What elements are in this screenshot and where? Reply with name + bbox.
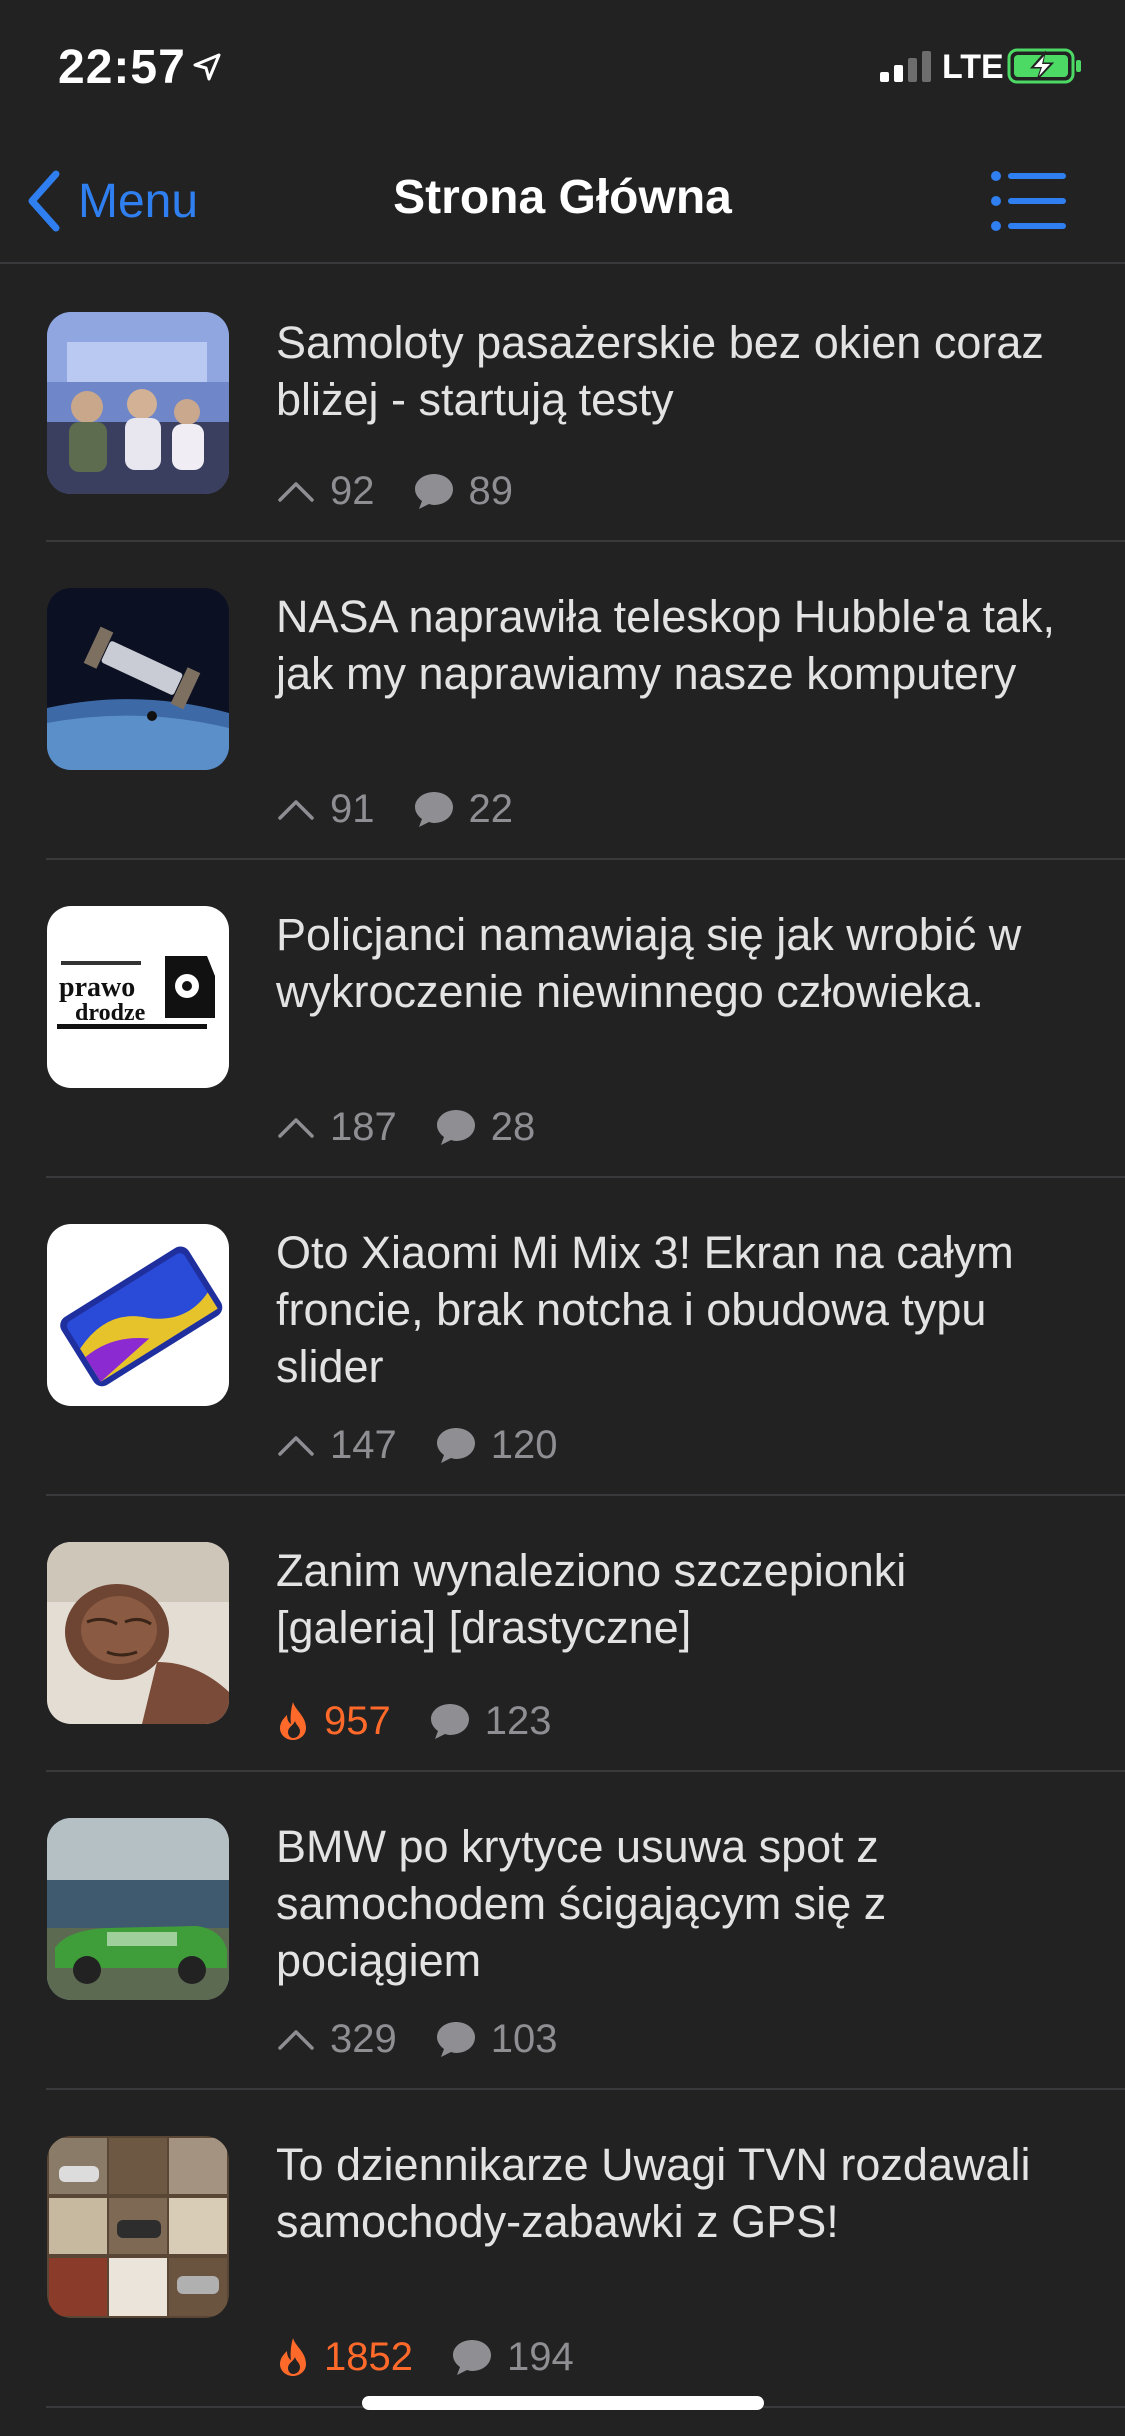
article-meta: 91 22 <box>276 784 513 834</box>
score-count: 147 <box>330 1422 397 1467</box>
comment-count: 28 <box>490 1104 536 1149</box>
svg-text:drodze: drodze <box>75 1000 146 1026</box>
article-title: Zanim wynaleziono szczepionki [galeria] … <box>276 1545 907 1653</box>
article-title: Policjanci namawiają się jak wrobić w wy… <box>276 909 1022 1017</box>
comment-count: 120 <box>490 1422 558 1467</box>
status-bar: 22:57 LTE <box>0 0 1125 140</box>
article-item[interactable]: To dziennikarze Uwagi TVN rozdawali samo… <box>0 2090 1125 2408</box>
article-thumbnail <box>47 2136 229 2318</box>
article-item[interactable]: Samoloty pasażerskie bez okien coraz bli… <box>0 266 1125 542</box>
comment-icon[interactable] <box>429 1701 471 1741</box>
comment-icon[interactable] <box>435 1107 477 1147</box>
article-title: To dziennikarze Uwagi TVN rozdawali samo… <box>276 2139 1031 2247</box>
signal-strength-icon <box>880 51 931 82</box>
article-meta: 957 123 <box>276 1696 552 1746</box>
score-count: 92 <box>330 468 375 513</box>
article-title: BMW po krytyce usuwa spot z samochodem ś… <box>276 1821 887 1986</box>
comment-count: 194 <box>506 2334 574 2379</box>
screen: 22:57 LTE Menu Strona Główna Samoloty pa… <box>0 0 1125 2436</box>
upvote-icon[interactable] <box>276 1430 316 1460</box>
comment-icon[interactable] <box>413 789 455 829</box>
network-type: LTE <box>942 48 1004 86</box>
article-item[interactable]: NASA naprawiła teleskop Hubble'a tak, ja… <box>0 542 1125 860</box>
article-title: NASA naprawiła teleskop Hubble'a tak, ja… <box>276 591 1056 699</box>
article-meta: 187 28 <box>276 1102 535 1152</box>
article-title: Samoloty pasażerskie bez okien coraz bli… <box>276 317 1044 425</box>
upvote-icon[interactable] <box>276 2024 316 2054</box>
battery-charging-icon <box>1007 48 1081 84</box>
score-count: 91 <box>330 786 375 831</box>
score-count: 187 <box>330 1104 397 1149</box>
article-item[interactable]: Zanim wynaleziono szczepionki [galeria] … <box>0 1496 1125 1772</box>
comment-count: 103 <box>490 2016 558 2061</box>
comment-count: 123 <box>484 1698 552 1743</box>
svg-text:prawo: prawo <box>59 972 135 1003</box>
upvote-icon[interactable] <box>276 476 316 506</box>
article-item[interactable]: Oto Xiaomi Mi Mix 3! Ekran na całym fron… <box>0 1178 1125 1496</box>
article-thumbnail <box>47 1818 229 2000</box>
flame-icon[interactable] <box>276 2336 310 2378</box>
status-time: 22:57 <box>58 41 186 94</box>
article-thumbnail: prawo drodze <box>47 906 229 1088</box>
article-thumbnail <box>47 312 229 494</box>
comment-count: 22 <box>468 786 514 831</box>
comment-icon[interactable] <box>435 1425 477 1465</box>
article-title: Oto Xiaomi Mi Mix 3! Ekran na całym fron… <box>276 1227 1014 1392</box>
home-indicator[interactable] <box>362 2396 764 2410</box>
article-thumbnail <box>47 1224 229 1406</box>
article-meta: 329 103 <box>276 2014 558 2064</box>
score-count: 957 <box>324 1698 391 1743</box>
score-count: 1852 <box>324 2334 413 2379</box>
article-feed: Samoloty pasażerskie bez okien coraz bli… <box>0 266 1125 2408</box>
comment-icon[interactable] <box>413 471 455 511</box>
article-item[interactable]: BMW po krytyce usuwa spot z samochodem ś… <box>0 1772 1125 2090</box>
article-meta: 1852 194 <box>276 2332 574 2382</box>
navigation-bar: Menu Strona Główna <box>0 140 1125 264</box>
comment-icon[interactable] <box>435 2019 477 2059</box>
upvote-icon[interactable] <box>276 1112 316 1142</box>
page-title: Strona Główna <box>393 171 732 224</box>
article-thumbnail <box>47 1542 229 1724</box>
article-meta: 147 120 <box>276 1420 558 1470</box>
flame-icon[interactable] <box>276 1700 310 1742</box>
upvote-icon[interactable] <box>276 794 316 824</box>
score-count: 329 <box>330 2016 397 2061</box>
article-meta: 92 89 <box>276 466 513 516</box>
article-item[interactable]: prawo drodze Policjanci namawiają się ja… <box>0 860 1125 1178</box>
comment-count: 89 <box>468 468 514 513</box>
article-thumbnail <box>47 588 229 770</box>
location-arrow-icon <box>193 53 221 81</box>
comment-icon[interactable] <box>451 2337 493 2377</box>
list-menu-icon[interactable] <box>990 166 1070 236</box>
